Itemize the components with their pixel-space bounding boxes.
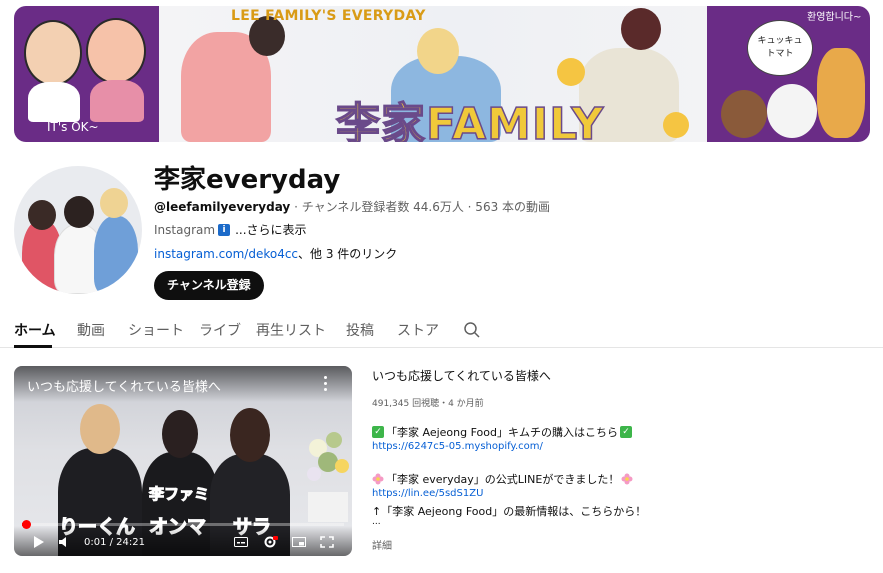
avatar-person-left-hair	[28, 200, 56, 230]
instagram-link[interactable]: instagram.com/deko4cc	[154, 247, 298, 261]
play-icon[interactable]	[32, 536, 46, 548]
channel-banner: IT's OK~ LEE FAMILY'S EVERYDAY 李家FAMILY …	[14, 6, 870, 142]
tab-home[interactable]: ホーム	[14, 320, 56, 340]
featured-video-player[interactable]: いつも応援してくれている皆様へ 李ファミ りーくん オンマ サラ 0:01 / …	[14, 366, 352, 556]
info-icon: i	[218, 223, 231, 236]
tab-posts[interactable]: 投稿	[346, 320, 374, 340]
tab-shorts[interactable]: ショート	[128, 320, 184, 340]
details-link[interactable]: 詳細	[372, 537, 392, 552]
banner-kicker: LEE FAMILY'S EVERYDAY	[231, 8, 426, 24]
tab-live[interactable]: ライブ	[199, 320, 241, 340]
channel-links: instagram.com/deko4cc、他 3 件のリンク	[154, 245, 397, 262]
check-icon: ✓	[372, 426, 384, 438]
banner-bubble-text: キュッキュ トマト	[757, 36, 803, 59]
video-person-right-head	[230, 408, 270, 462]
description-line: ↑「李家 Aejeong Food」の最新情報は、こちらから！	[372, 503, 646, 519]
subscribe-button[interactable]: チャンネル登録	[154, 271, 264, 300]
tab-videos[interactable]: 動画	[77, 320, 105, 340]
video-person-left-head	[80, 404, 120, 454]
channel-description[interactable]: Instagram i ...さらに表示	[154, 221, 307, 238]
channel-avatar[interactable]	[14, 166, 142, 294]
player-title[interactable]: いつも応援してくれている皆様へ	[27, 376, 221, 395]
video-person-center-head	[162, 410, 198, 458]
banner-wordmark: 李家FAMILY	[335, 98, 605, 142]
avatar-person-center-hair	[64, 196, 94, 228]
description-line: ✓ 「李家 Aejeong Food」キムチの購入はこちら ✓	[372, 424, 632, 440]
check-icon: ✓	[619, 426, 632, 438]
settings-icon[interactable]	[264, 536, 278, 548]
banner-cartoon-body-left	[28, 82, 80, 122]
banner-plush-dog-shiba	[817, 48, 865, 138]
tab-store[interactable]: ストア	[397, 320, 439, 340]
banner-person-center-hair	[417, 28, 459, 74]
banner-right-sign: 환영합니다~	[807, 12, 862, 23]
player-time: 0:01 / 24:21	[84, 537, 146, 548]
video-title[interactable]: いつも応援してくれている皆様へ	[372, 367, 551, 384]
shop-link[interactable]: https://6247c5-05.myshopify.com/	[372, 441, 543, 452]
banner-cartoon-body-right	[90, 80, 144, 122]
miniplayer-icon[interactable]	[292, 536, 306, 548]
player-progress-bar[interactable]	[22, 520, 344, 529]
more-vert-icon[interactable]	[324, 376, 328, 392]
channel-name: 李家everyday	[154, 165, 341, 195]
banner-plush-dog-brown	[721, 90, 767, 138]
flower-bouquet	[307, 432, 349, 522]
channel-handle[interactable]: @leefamilyeveryday	[154, 200, 290, 214]
flower-icon	[621, 473, 633, 485]
search-icon[interactable]	[463, 321, 481, 339]
volume-icon[interactable]	[58, 536, 72, 548]
paw-icon	[557, 58, 585, 86]
flower-icon	[372, 473, 384, 485]
tab-playlists[interactable]: 再生リスト	[256, 320, 326, 340]
banner-left-caption: IT's OK~	[47, 120, 99, 134]
channel-meta: @leefamilyeveryday · チャンネル登録者数 44.6万人 · …	[154, 198, 550, 215]
banner-left-panel: IT's OK~	[14, 6, 159, 142]
banner-speech-bubble: キュッキュ トマト	[747, 20, 813, 76]
banner-cartoon-face-right	[86, 18, 146, 84]
avatar-person-right-hair	[100, 188, 128, 218]
banner-cartoon-face-left	[24, 20, 82, 86]
show-more-link[interactable]: ...さらに表示	[235, 221, 306, 238]
fullscreen-icon[interactable]	[320, 536, 334, 548]
video-stats: 491,345 回視聴・4 か月前	[372, 399, 484, 409]
subtitles-icon[interactable]	[234, 536, 248, 548]
player-scrubber[interactable]	[22, 520, 31, 529]
description-text: 「李家 everyday」の公式LINEができました！	[386, 473, 620, 486]
avatar-person-right	[94, 216, 138, 294]
banner-plush-dog-white	[767, 84, 817, 138]
active-tab-indicator	[14, 345, 52, 348]
paw-icon	[663, 112, 689, 138]
player-name-label: 李ファミ	[148, 485, 210, 504]
channel-tabs: ホーム 動画 ショート ライブ 再生リスト 投稿 ストア	[0, 318, 883, 348]
banner-person-right-hair	[621, 8, 661, 50]
description-text: ↑「李家 Aejeong Food」の最新情報は、こちらから！	[372, 505, 647, 518]
description-line: 「李家 everyday」の公式LINEができました！	[372, 471, 633, 487]
description-ellipsis: ...	[372, 517, 381, 527]
line-link[interactable]: https://lin.ee/5sdS1ZU	[372, 488, 483, 499]
channel-description-text: Instagram	[154, 222, 216, 237]
channel-stats: · チャンネル登録者数 44.6万人 · 563 本の動画	[290, 200, 551, 214]
more-links-link[interactable]: 、他 3 件のリンク	[298, 247, 397, 261]
description-text: 「李家 Aejeong Food」キムチの購入はこちら	[386, 426, 618, 439]
